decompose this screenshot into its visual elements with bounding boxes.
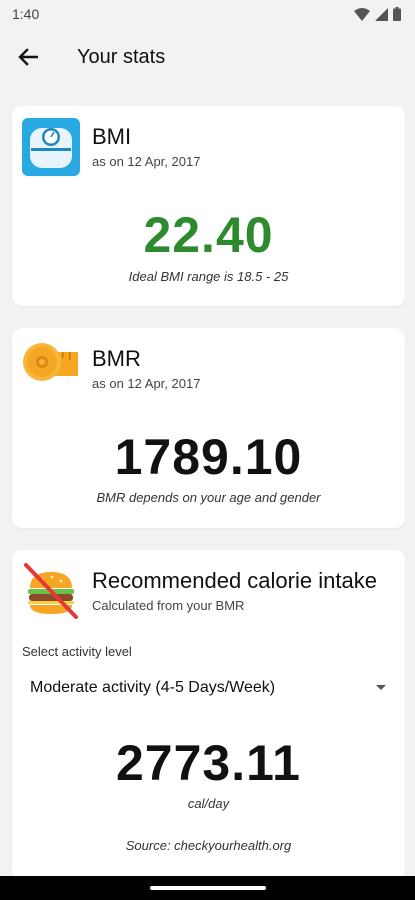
arrow-back-icon: [18, 48, 38, 66]
page-title: Your stats: [77, 45, 166, 68]
battery-icon: [393, 7, 401, 21]
bmr-title: BMR: [92, 346, 141, 371]
activity-level-dropdown[interactable]: Moderate activity (4-5 Days/Week): [30, 672, 387, 704]
wifi-icon: [354, 7, 370, 21]
calorie-card: Recommended calorie intake Calculated fr…: [12, 550, 405, 880]
source-text: Source: checkyourhealth.org: [125, 838, 292, 853]
measuring-tape-icon: [23, 343, 78, 381]
back-button[interactable]: [16, 45, 40, 69]
calorie-card-header: Recommended calorie intake Calculated fr…: [22, 562, 377, 620]
activity-level-value: Moderate activity (4-5 Days/Week): [30, 679, 276, 696]
calorie-unit: cal/day: [187, 796, 230, 811]
bmi-date: as on 12 Apr, 2017: [92, 154, 201, 169]
bmi-card: BMI as on 12 Apr, 2017 22.40 Ideal BMI r…: [12, 106, 405, 306]
app-bar: Your stats: [0, 28, 415, 86]
bmi-card-header: BMI as on 12 Apr, 2017: [22, 118, 200, 176]
bmr-card: BMR as on 12 Apr, 2017 1789.10 BMR depen…: [12, 328, 405, 528]
status-icons: [354, 7, 401, 21]
calorie-subtitle: Calculated from your BMR: [92, 598, 245, 613]
bmr-caption: BMR depends on your age and gender: [96, 490, 321, 505]
home-gesture-handle[interactable]: [149, 886, 266, 890]
status-time: 1:40: [12, 6, 40, 22]
weighing-scale-icon: [22, 118, 80, 176]
bmi-range-caption: Ideal BMI range is 18.5 - 25: [128, 269, 289, 284]
bmi-value: 22.40: [143, 207, 274, 263]
bmr-value: 1789.10: [114, 429, 303, 485]
activity-select-label: Select activity level: [22, 644, 132, 659]
bmr-date: as on 12 Apr, 2017: [92, 376, 201, 391]
no-burger-icon: [24, 563, 78, 619]
bmr-card-header: BMR as on 12 Apr, 2017: [22, 340, 200, 398]
caret-down-icon: [376, 685, 386, 690]
cellular-signal-icon: [375, 7, 388, 21]
navigation-bar: [0, 876, 415, 900]
calorie-value: 2773.11: [116, 735, 301, 791]
status-bar: 1:40: [0, 0, 415, 28]
calorie-title: Recommended calorie intake: [92, 568, 377, 593]
bmi-title: BMI: [92, 124, 132, 149]
